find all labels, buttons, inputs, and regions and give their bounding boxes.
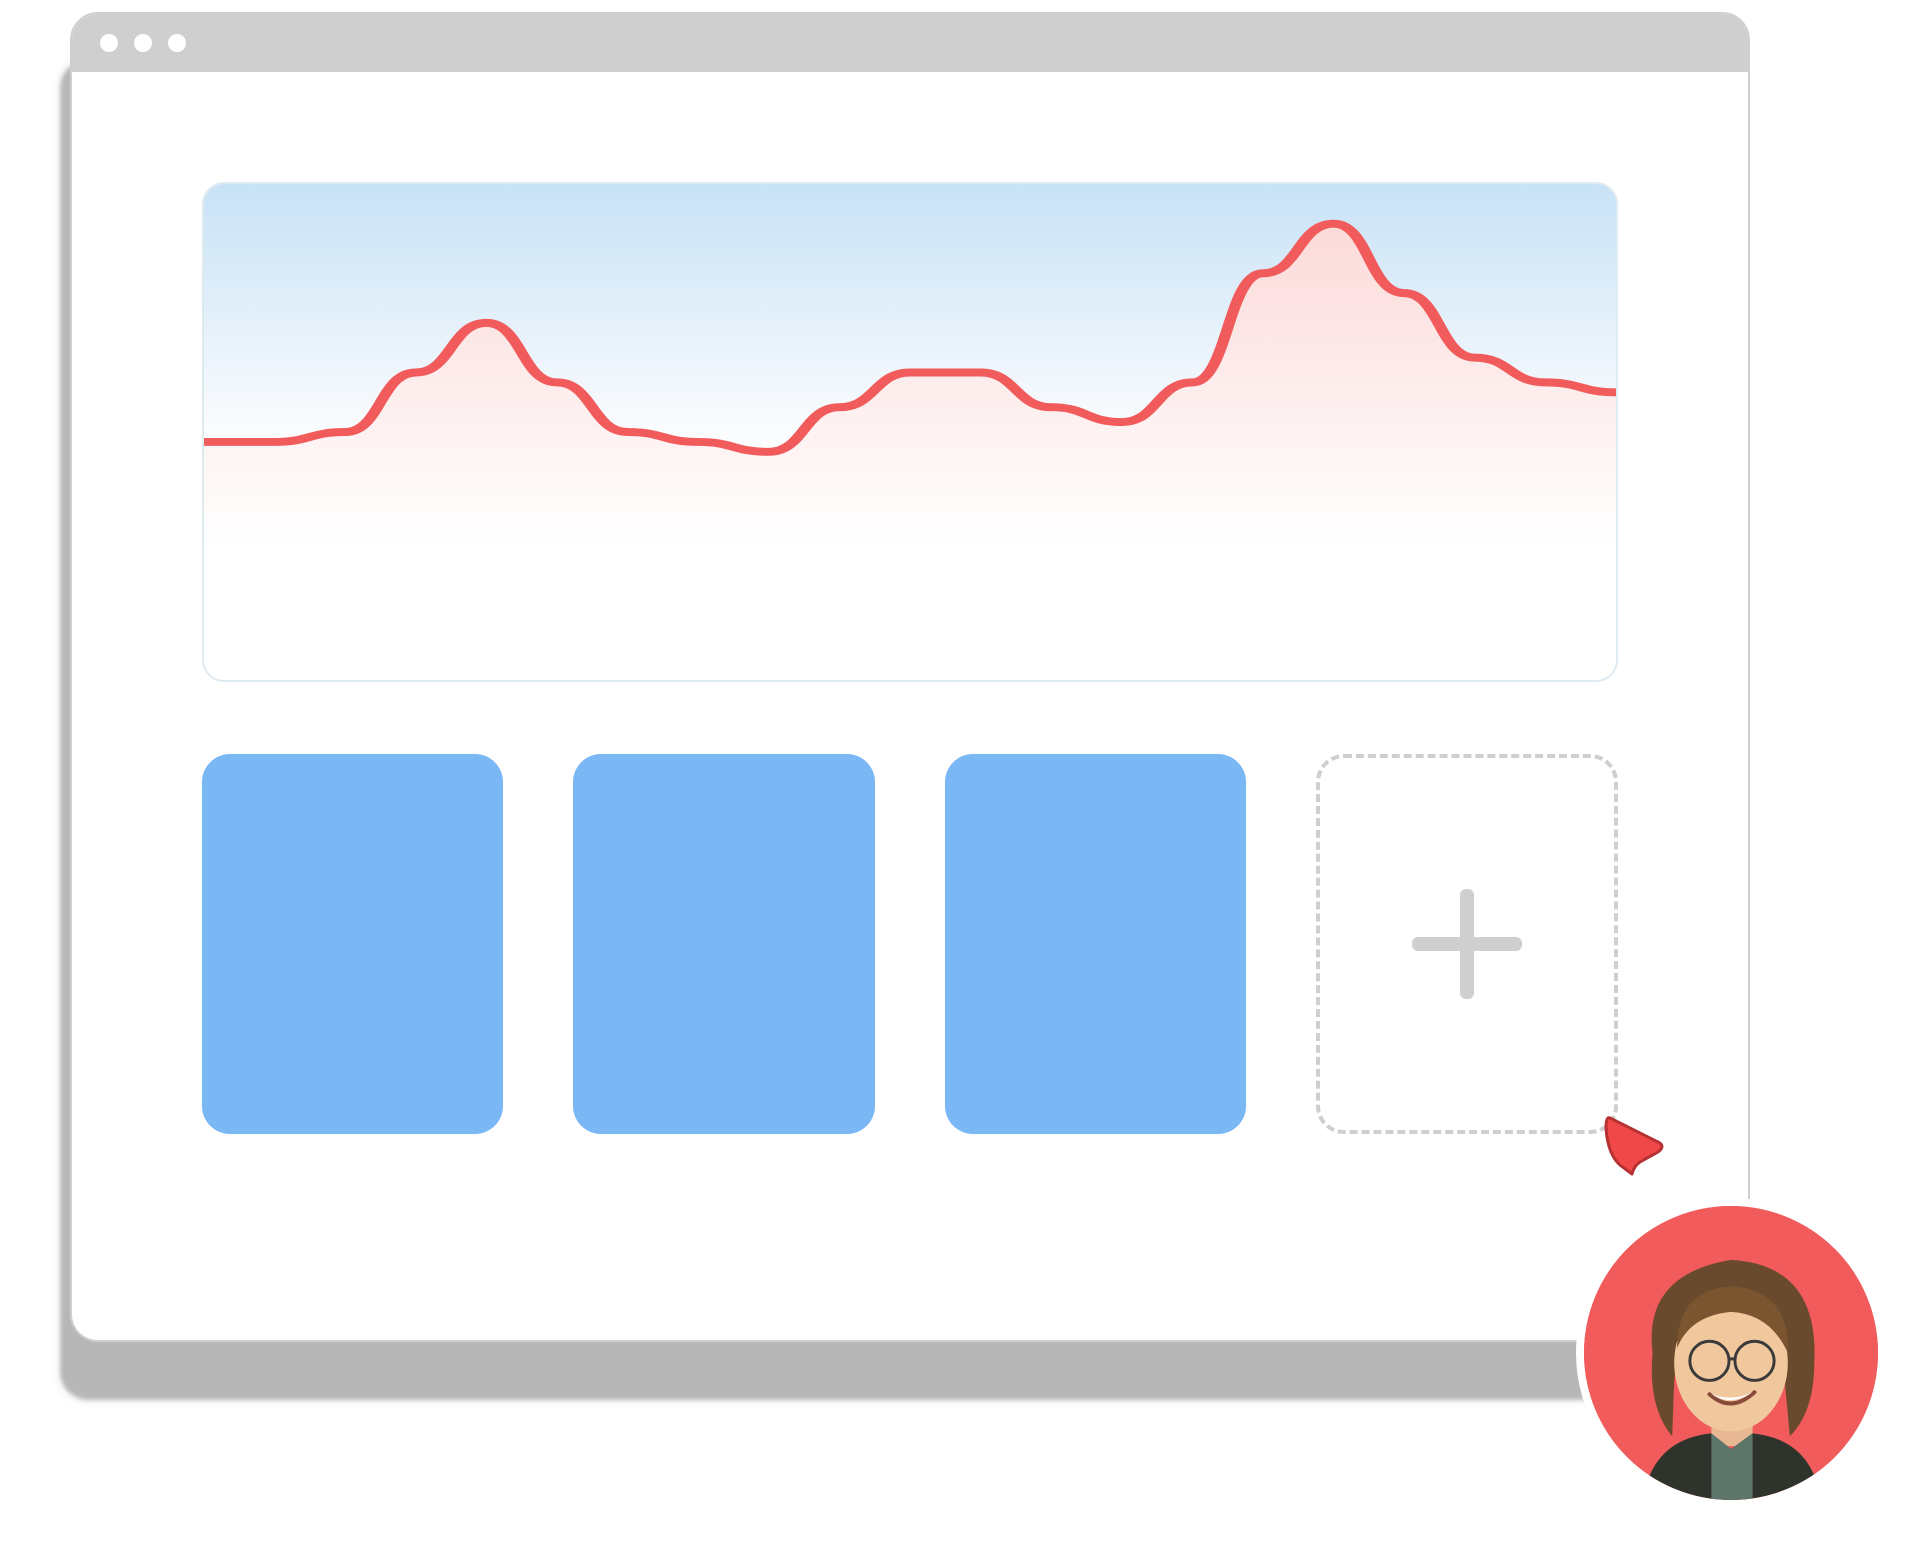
content-tile-1[interactable] — [202, 754, 503, 1134]
window-content — [72, 72, 1748, 1194]
traffic-light-minimize[interactable] — [134, 34, 152, 52]
window-titlebar — [72, 14, 1748, 72]
collaborator-avatar[interactable] — [1576, 1198, 1886, 1508]
trend-chart-card — [202, 182, 1618, 682]
plus-icon — [1412, 889, 1522, 999]
tile-row — [202, 754, 1618, 1134]
content-tile-3[interactable] — [945, 754, 1246, 1134]
trend-area-chart — [204, 184, 1616, 680]
content-tile-2[interactable] — [573, 754, 874, 1134]
traffic-light-zoom[interactable] — [168, 34, 186, 52]
add-tile-button[interactable] — [1316, 754, 1618, 1134]
collaborator-cursor-icon — [1596, 1108, 1668, 1180]
app-window — [70, 12, 1750, 1342]
traffic-light-close[interactable] — [100, 34, 118, 52]
